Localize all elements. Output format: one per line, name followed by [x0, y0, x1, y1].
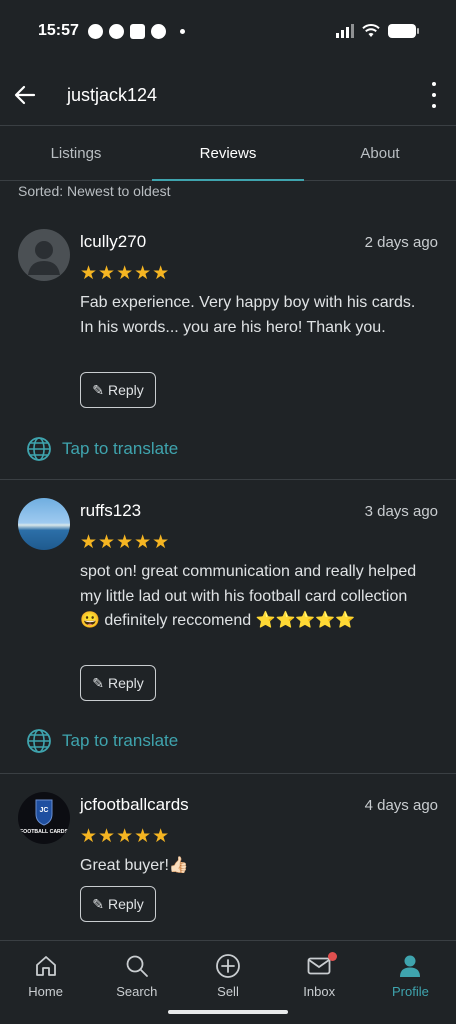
- app-bar: justjack124: [0, 64, 456, 126]
- svg-text:JC: JC: [40, 807, 49, 814]
- review-item: ruffs123 3 days ago ★★★★★ spot on! great…: [0, 481, 456, 774]
- review-date: 4 days ago: [364, 797, 438, 814]
- nav-label: Sell: [217, 984, 239, 999]
- facebook-icon: [151, 24, 166, 39]
- nav-label: Profile: [391, 984, 429, 999]
- more-vertical-icon[interactable]: [430, 82, 438, 108]
- globe-icon: [27, 437, 51, 461]
- reply-button[interactable]: ✎ Reply: [80, 886, 156, 922]
- avatar[interactable]: [18, 229, 70, 281]
- notification-badge: [327, 952, 337, 961]
- page-title: justjack124: [67, 85, 158, 105]
- home-indicator: [168, 1010, 288, 1014]
- search-icon: [126, 955, 148, 977]
- jc-logo-icon: JC FOOTBALL CARDS: [20, 799, 69, 835]
- chat-icon: [88, 24, 103, 39]
- avatar[interactable]: [18, 498, 70, 550]
- battery-icon: [388, 24, 419, 38]
- star-rating: ★★★★★: [80, 263, 171, 284]
- reply-button[interactable]: ✎ Reply: [80, 665, 156, 701]
- translate-label: Tap to translate: [62, 731, 179, 750]
- review-text: Fab experience. Very happy boy with his …: [80, 294, 416, 336]
- review-date: 3 days ago: [364, 503, 438, 520]
- wifi-icon: [362, 24, 380, 37]
- reviewer-name[interactable]: ruffs123: [80, 501, 141, 521]
- svg-text:FOOTBALL CARDS: FOOTBALL CARDS: [20, 829, 69, 835]
- whatsapp-icon: [109, 24, 124, 39]
- reviewer-name[interactable]: jcfootballcards: [80, 795, 189, 815]
- translate-link[interactable]: Tap to translate: [26, 728, 178, 754]
- plus-circle-icon: [216, 954, 240, 978]
- default-user-icon: [28, 241, 60, 275]
- reply-label: Reply: [107, 675, 144, 691]
- notification-icons: [88, 24, 185, 39]
- nav-label: Inbox: [303, 984, 336, 999]
- nav-home[interactable]: Home: [0, 941, 91, 1024]
- review-text: Great buyer!👍🏻: [80, 857, 189, 874]
- status-bar: 15:57: [0, 0, 456, 64]
- translate-label: Tap to translate: [62, 439, 179, 458]
- review-text: spot on! great communication and really …: [80, 563, 417, 629]
- nav-label: Search: [116, 984, 158, 999]
- pencil-icon: ✎: [92, 895, 104, 912]
- system-status: [336, 24, 419, 38]
- nav-label: Home: [28, 984, 63, 999]
- reply-label: Reply: [107, 382, 144, 398]
- tab-listings[interactable]: Listings: [0, 127, 152, 180]
- review-date: 2 days ago: [364, 234, 438, 251]
- reply-button[interactable]: ✎ Reply: [80, 372, 156, 408]
- profile-icon: [400, 955, 421, 977]
- star-rating: ★★★★★: [80, 532, 171, 553]
- more-notifications-icon: [180, 29, 185, 34]
- pencil-icon: ✎: [92, 381, 104, 398]
- review-item: JC FOOTBALL CARDS jcfootballcards 4 days…: [0, 775, 456, 940]
- review-item: lcully270 2 days ago ★★★★★ Fab experienc…: [0, 208, 456, 480]
- avatar[interactable]: JC FOOTBALL CARDS: [18, 792, 70, 844]
- star-rating: ★★★★★: [80, 826, 171, 847]
- globe-icon: [27, 729, 51, 753]
- signal-icon: [336, 24, 354, 38]
- nav-profile[interactable]: Profile: [365, 941, 456, 1024]
- pencil-icon: ✎: [92, 674, 104, 691]
- reply-label: Reply: [107, 896, 144, 912]
- back-arrow-icon[interactable]: [12, 82, 38, 108]
- status-time: 15:57: [38, 22, 79, 39]
- tab-about[interactable]: About: [304, 127, 456, 180]
- twitch-icon: [130, 24, 145, 39]
- translate-link[interactable]: Tap to translate: [26, 436, 178, 462]
- profile-tabs: Listings Reviews About: [0, 127, 456, 181]
- reviewer-name[interactable]: lcully270: [80, 232, 146, 252]
- tab-reviews[interactable]: Reviews: [152, 127, 304, 181]
- home-icon: [35, 956, 56, 976]
- sort-label[interactable]: Sorted: Newest to oldest: [18, 183, 171, 199]
